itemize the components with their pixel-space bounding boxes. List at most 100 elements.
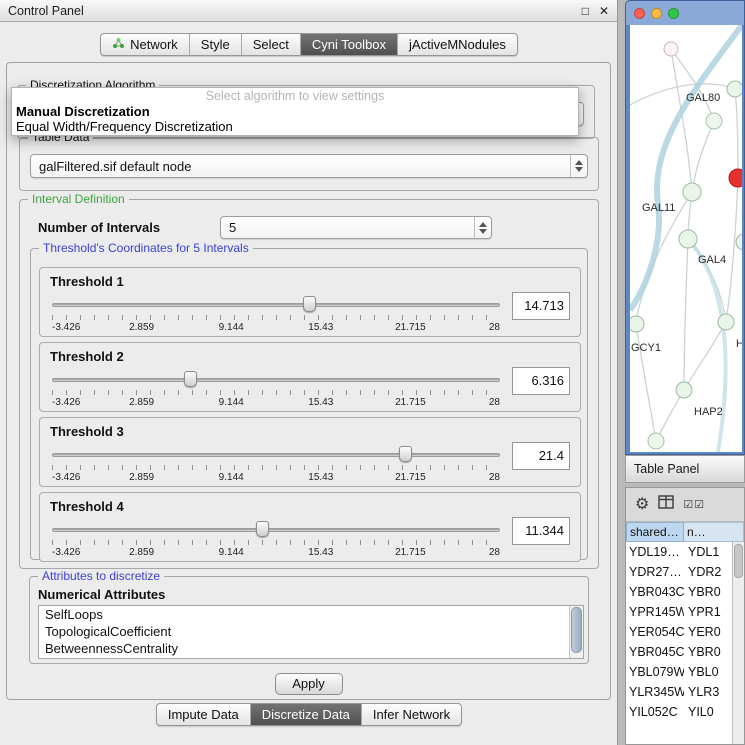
table-row[interactable]: YER054C YER0 (626, 622, 732, 642)
threshold-4-value-field[interactable]: 11.344 (512, 517, 570, 545)
highlighted-edge (688, 239, 726, 452)
table-row[interactable]: YBR043C YBR0 (626, 582, 732, 602)
columns-icon[interactable] (658, 495, 674, 514)
node-circle[interactable] (679, 230, 697, 248)
table-toolbar: ⚙ ☑☑ (626, 488, 744, 522)
slider-thumb[interactable] (303, 296, 316, 312)
slider-track[interactable] (52, 528, 500, 532)
network-graph[interactable]: GAL80 GAL11 GAL4 GCY1 HAP2 H (630, 25, 742, 452)
tab-cyni-toolbox[interactable]: Cyni Toolbox (301, 34, 398, 55)
table-body[interactable]: YDL19… YDL1 YDR27… YDR2 YBR043C YBR0 YPR… (626, 542, 732, 744)
scrollbar-thumb[interactable] (734, 544, 743, 578)
slider-thumb[interactable] (256, 521, 269, 537)
tab-style[interactable]: Style (190, 34, 242, 55)
threshold-2-slider[interactable]: -3.426 2.859 9.144 15.43 21.715 28 (52, 369, 500, 409)
node-label-gal11: GAL11 (642, 202, 675, 214)
node-circle[interactable] (664, 42, 678, 56)
slider-scale-labels: -3.426 2.859 9.144 15.43 21.715 28 (52, 397, 500, 408)
table-row[interactable]: YBL079W YBL0 (626, 662, 732, 682)
minimize-traffic-icon[interactable] (651, 8, 662, 19)
interval-definition-group-title: Interval Definition (28, 192, 129, 206)
attributes-listbox[interactable]: SelfLoops TopologicalCoefficient Between… (38, 605, 584, 659)
slider-scale-labels: -3.426 2.859 9.144 15.43 21.715 28 (52, 547, 500, 558)
algorithm-dropdown-popup: Select algorithm to view settings Manual… (11, 87, 579, 136)
bottom-tab-bar: Impute Data Discretize Data Infer Networ… (0, 703, 618, 726)
list-item-topologicalcoefficient[interactable]: TopologicalCoefficient (39, 623, 569, 640)
node-circle[interactable] (648, 433, 664, 449)
table-row[interactable]: YIL052C YIL0 (626, 702, 732, 722)
control-panel-window: Control Panel □ ✕ Network (0, 0, 618, 745)
attributes-rows: SelfLoops TopologicalCoefficient Between… (39, 606, 569, 657)
column-header-shared-name[interactable]: shared… (626, 522, 684, 542)
node-circle[interactable] (706, 113, 722, 129)
node-label-cut: H (736, 338, 742, 350)
tab-network[interactable]: Network (101, 34, 190, 55)
tab-discretize-data[interactable]: Discretize Data (251, 704, 362, 725)
threshold-2-value-field[interactable]: 6.316 (512, 367, 570, 395)
node-circle[interactable] (718, 314, 734, 330)
number-of-intervals-value: 5 (221, 220, 474, 235)
node-circle[interactable] (630, 316, 644, 332)
threshold-1-panel: Threshold 1 -3.426 2.859 9.144 15.43 21.… (39, 267, 581, 337)
slider-ticks (52, 315, 500, 320)
table-data-combobox[interactable]: galFiltered.sif default node (30, 154, 588, 178)
table-scrollbar[interactable] (732, 542, 744, 744)
selected-red-node[interactable] (729, 169, 742, 187)
tab-network-label: Network (130, 37, 178, 52)
list-item-selfloops[interactable]: SelfLoops (39, 606, 569, 623)
slider-track[interactable] (52, 453, 500, 457)
threshold-3-value-field[interactable]: 21.4 (512, 442, 570, 470)
close-window-button[interactable]: ✕ (599, 5, 609, 17)
tab-infer-network[interactable]: Infer Network (362, 704, 461, 725)
table-data-combobox-value: galFiltered.sif default node (31, 159, 570, 174)
attributes-group: Attributes to discretize Numerical Attri… (29, 576, 589, 664)
threshold-3-slider[interactable]: -3.426 2.859 9.144 15.43 21.715 28 (52, 444, 500, 484)
slider-ticks (52, 540, 500, 545)
threshold-1-value-field[interactable]: 14.713 (512, 292, 570, 320)
node-label-gal4: GAL4 (698, 254, 726, 266)
popup-item-manual-discretization[interactable]: Manual Discretization (12, 104, 578, 119)
node-circle[interactable] (683, 183, 701, 201)
threshold-3-label: Threshold 3 (50, 424, 124, 439)
table-row[interactable]: YPR145W YPR1 (626, 602, 732, 622)
threshold-2-panel: Threshold 2 -3.426 2.859 9.144 15.43 21.… (39, 342, 581, 412)
node-circle[interactable] (736, 234, 742, 250)
tab-select[interactable]: Select (242, 34, 301, 55)
table-row[interactable]: YLR345W YLR3 (626, 682, 732, 702)
table-row[interactable]: YDR27… YDR2 (626, 562, 732, 582)
column-header-name[interactable]: n… (684, 522, 744, 542)
tab-impute-data[interactable]: Impute Data (157, 704, 251, 725)
combobox-stepper-icon (474, 217, 491, 238)
threshold-1-slider[interactable]: -3.426 2.859 9.144 15.43 21.715 28 (52, 294, 500, 334)
select-all-checks-icon[interactable]: ☑☑ (683, 498, 705, 511)
slider-thumb[interactable] (184, 371, 197, 387)
table-row[interactable]: YDL19… YDL1 (626, 542, 732, 562)
slider-track[interactable] (52, 378, 500, 382)
slider-thumb[interactable] (399, 446, 412, 462)
control-panel-titlebar: Control Panel □ ✕ (0, 0, 617, 22)
popup-item-equal-width[interactable]: Equal Width/Frequency Discretization (12, 119, 578, 134)
node-label-gal80: GAL80 (686, 92, 720, 104)
attributes-scrollbar[interactable] (569, 606, 583, 658)
number-of-intervals-combobox[interactable]: 5 (220, 216, 492, 239)
node-circle[interactable] (676, 382, 692, 398)
network-canvas[interactable]: GAL80 GAL11 GAL4 GCY1 HAP2 H (630, 25, 742, 452)
apply-button[interactable]: Apply (275, 673, 343, 695)
table-row[interactable]: YBR045C YBR0 (626, 642, 732, 662)
threshold-4-slider[interactable]: -3.426 2.859 9.144 15.43 21.715 28 (52, 519, 500, 559)
thresholds-group: Threshold's Coordinates for 5 Intervals … (30, 248, 588, 560)
slider-track[interactable] (52, 303, 500, 307)
float-window-button[interactable]: □ (582, 5, 589, 17)
tab-jactivemnodules[interactable]: jActiveMNodules (398, 34, 517, 55)
network-view-window[interactable]: GAL80 GAL11 GAL4 GCY1 HAP2 H (625, 0, 745, 455)
numerical-attributes-label: Numerical Attributes (38, 587, 165, 602)
slider-scale-labels: -3.426 2.859 9.144 15.43 21.715 28 (52, 322, 500, 333)
threshold-2-label: Threshold 2 (50, 349, 124, 364)
zoom-traffic-icon[interactable] (668, 8, 679, 19)
close-traffic-icon[interactable] (634, 8, 645, 19)
gear-icon[interactable]: ⚙ (635, 497, 649, 513)
scrollbar-thumb[interactable] (571, 607, 582, 653)
highlighted-edge (630, 25, 742, 310)
node-circle[interactable] (727, 81, 742, 97)
list-item-betweennesscentrality[interactable]: BetweennessCentrality (39, 640, 569, 657)
